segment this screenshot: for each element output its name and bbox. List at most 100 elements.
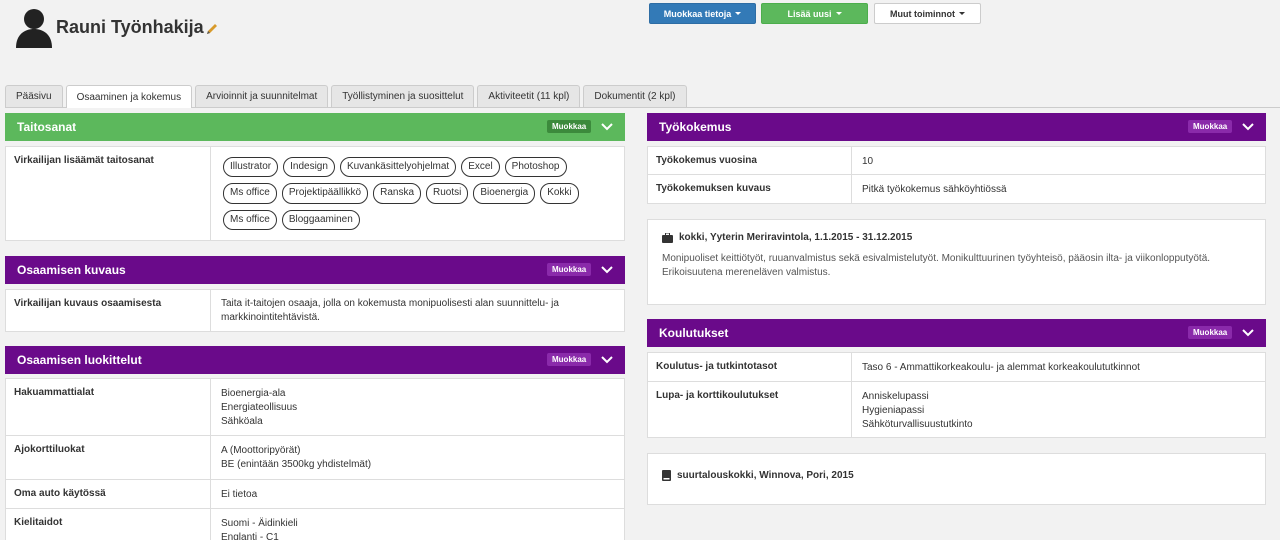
avatar <box>16 9 52 48</box>
education-edit-button[interactable]: Muokkaa <box>1188 326 1233 339</box>
table-row: Työkokemus vuosina 10 <box>648 147 1265 175</box>
description-row-label: Virkailijan kuvaus osaamisesta <box>6 290 211 331</box>
work-edit-button[interactable]: Muokkaa <box>1188 120 1233 133</box>
row-value: Taso 6 - Ammattikorkeakoulu- ja alemmat … <box>862 362 1140 373</box>
skill-chip[interactable]: Bioenergia <box>473 183 536 204</box>
row-value: 10 <box>862 156 874 167</box>
row-label: Lupa- ja korttikoulutukset <box>648 382 852 437</box>
skill-chip[interactable]: Projektipäällikkö <box>281 183 369 204</box>
caret-down-icon <box>735 12 742 15</box>
chevron-down-icon[interactable] <box>1242 121 1254 133</box>
classification-edit-button[interactable]: Muokkaa <box>547 353 592 366</box>
skill-chip[interactable]: Kuvankäsittelyohjelmat <box>339 157 457 178</box>
education-panel-header: Koulutukset Muokkaa <box>647 319 1266 347</box>
description-text-line2: markkinointitehtävistä. <box>221 312 320 323</box>
education-entry-card: suurtalouskokki, Winnova, Pori, 2015 <box>647 453 1266 505</box>
description-panel-header: Osaamisen kuvaus Muokkaa <box>5 256 625 284</box>
row-label: Hakuammattialat <box>6 379 211 435</box>
table-row: Ajokorttiluokat A (Moottoripyörät) BE (e… <box>6 436 624 480</box>
table-row: Hakuammattialat Bioenergia-ala Energiate… <box>6 379 624 436</box>
edit-info-button[interactable]: Muokkaa tietoja <box>649 3 756 24</box>
row-value: A (Moottoripyörät) <box>221 445 301 456</box>
skill-chip[interactable]: Excel <box>461 157 500 178</box>
table-row: Koulutus- ja tutkintotasot Taso 6 - Amma… <box>648 353 1265 382</box>
row-value: Ei tietoa <box>221 489 258 500</box>
work-entry-line1: Monipuoliset keittiötyöt, ruuanvalmistus… <box>662 253 1211 264</box>
tab-bar: Pääsivu Osaaminen ja kokemus Arvioinnit … <box>5 85 687 108</box>
row-label: Koulutus- ja tutkintotasot <box>648 353 852 381</box>
table-row: Työkokemuksen kuvaus Pitkä työkokemus sä… <box>648 175 1265 203</box>
row-value: Suomi - Äidinkieli <box>221 518 298 529</box>
other-actions-label: Muut toiminnot <box>890 8 955 19</box>
row-value: Sähköturvallisuustutkinto <box>862 419 973 430</box>
row-value: Sähköala <box>221 416 263 427</box>
skills-chips: Illustrator Indesign Kuvankäsittelyohjel… <box>211 147 591 240</box>
skill-chip[interactable]: Illustrator <box>223 157 279 178</box>
skill-chip[interactable]: Bloggaaminen <box>281 209 360 230</box>
tab-assessments[interactable]: Arvioinnit ja suunnitelmat <box>195 85 329 107</box>
education-title: Koulutukset <box>659 326 729 340</box>
row-value: Bioenergia-ala <box>221 388 286 399</box>
classification-title: Osaamisen luokittelut <box>17 353 142 367</box>
add-new-label: Lisää uusi <box>787 8 832 19</box>
table-row: Lupa- ja korttikoulutukset Anniskelupass… <box>648 382 1265 437</box>
classification-table: Hakuammattialat Bioenergia-ala Energiate… <box>5 378 625 540</box>
row-value: Anniskelupassi <box>862 391 929 402</box>
description-edit-button[interactable]: Muokkaa <box>547 263 592 276</box>
skills-panel-header: Taitosanat Muokkaa <box>5 113 625 141</box>
chevron-down-icon[interactable] <box>601 264 613 276</box>
work-panel-header: Työkokemus Muokkaa <box>647 113 1266 141</box>
skills-edit-button[interactable]: Muokkaa <box>547 120 592 133</box>
work-entry-card: kokki, Yyterin Meriravintola, 1.1.2015 -… <box>647 219 1266 305</box>
skill-chip[interactable]: Ms office <box>223 183 277 204</box>
skills-title: Taitosanat <box>17 120 77 134</box>
education-entry-title: suurtalouskokki, Winnova, Pori, 2015 <box>677 470 854 481</box>
skill-chip[interactable]: Indesign <box>283 157 335 178</box>
chevron-down-icon[interactable] <box>1242 327 1254 339</box>
skills-row-label: Virkailijan lisäämät taitosanat <box>6 147 211 240</box>
skill-chip[interactable]: Photoshop <box>504 157 567 178</box>
row-label: Oma auto käytössä <box>6 480 211 508</box>
education-table: Koulutus- ja tutkintotasot Taso 6 - Amma… <box>647 352 1266 438</box>
work-entry-title: kokki, Yyterin Meriravintola, 1.1.2015 -… <box>679 232 913 243</box>
skills-table: Virkailijan lisäämät taitosanat Illustra… <box>5 146 625 241</box>
person-name: Rauni Työnhakija <box>56 17 204 37</box>
row-label: Ajokorttiluokat <box>6 436 211 479</box>
work-entry-line2: Erikoisuutena mereneläven valmistus. <box>662 267 831 278</box>
row-value: Pitkä työkokemus sähköyhtiössä <box>862 184 1007 195</box>
classification-panel-header: Osaamisen luokittelut Muokkaa <box>5 346 625 374</box>
tab-documents[interactable]: Dokumentit (2 kpl) <box>583 85 687 107</box>
briefcase-icon <box>662 232 673 243</box>
edit-info-label: Muokkaa tietoja <box>663 8 732 19</box>
caret-down-icon <box>958 12 965 15</box>
table-row: Oma auto käytössä Ei tietoa <box>6 480 624 509</box>
tab-employment[interactable]: Työllistyminen ja suosittelut <box>331 85 475 107</box>
table-row: Kielitaidot Suomi - Äidinkieli Englanti … <box>6 509 624 540</box>
row-value: Energiateollisuus <box>221 402 298 413</box>
chevron-down-icon[interactable] <box>601 121 613 133</box>
row-value: BE (enintään 3500kg yhdistelmät) <box>221 459 372 470</box>
description-table: Virkailijan kuvaus osaamisesta Taita it-… <box>5 289 625 332</box>
tab-activities[interactable]: Aktiviteetit (11 kpl) <box>477 85 581 107</box>
row-label: Työkokemus vuosina <box>648 147 852 174</box>
description-title: Osaamisen kuvaus <box>17 263 126 277</box>
tab-skills-experience[interactable]: Osaaminen ja kokemus <box>65 85 193 108</box>
skill-chip[interactable]: Ranska <box>373 183 422 204</box>
work-title: Työkokemus <box>659 120 732 134</box>
skill-chip[interactable]: Ruotsi <box>426 183 469 204</box>
work-table: Työkokemus vuosina 10 Työkokemuksen kuva… <box>647 146 1266 204</box>
description-text-line1: Taita it-taitojen osaaja, jolla on kokem… <box>221 298 559 309</box>
row-value: Hygieniapassi <box>862 405 925 416</box>
book-icon <box>662 470 671 481</box>
row-label: Kielitaidot <box>6 509 211 540</box>
chevron-down-icon[interactable] <box>601 354 613 366</box>
pencil-icon[interactable] <box>205 22 219 36</box>
skill-chip[interactable]: Kokki <box>540 183 579 204</box>
skill-chip[interactable]: Ms office <box>223 209 277 230</box>
caret-down-icon <box>835 12 842 15</box>
add-new-button[interactable]: Lisää uusi <box>761 3 868 24</box>
tab-main[interactable]: Pääsivu <box>5 85 63 107</box>
other-actions-button[interactable]: Muut toiminnot <box>874 3 981 24</box>
row-value: Englanti - C1 <box>221 532 279 540</box>
row-label: Työkokemuksen kuvaus <box>648 175 852 203</box>
